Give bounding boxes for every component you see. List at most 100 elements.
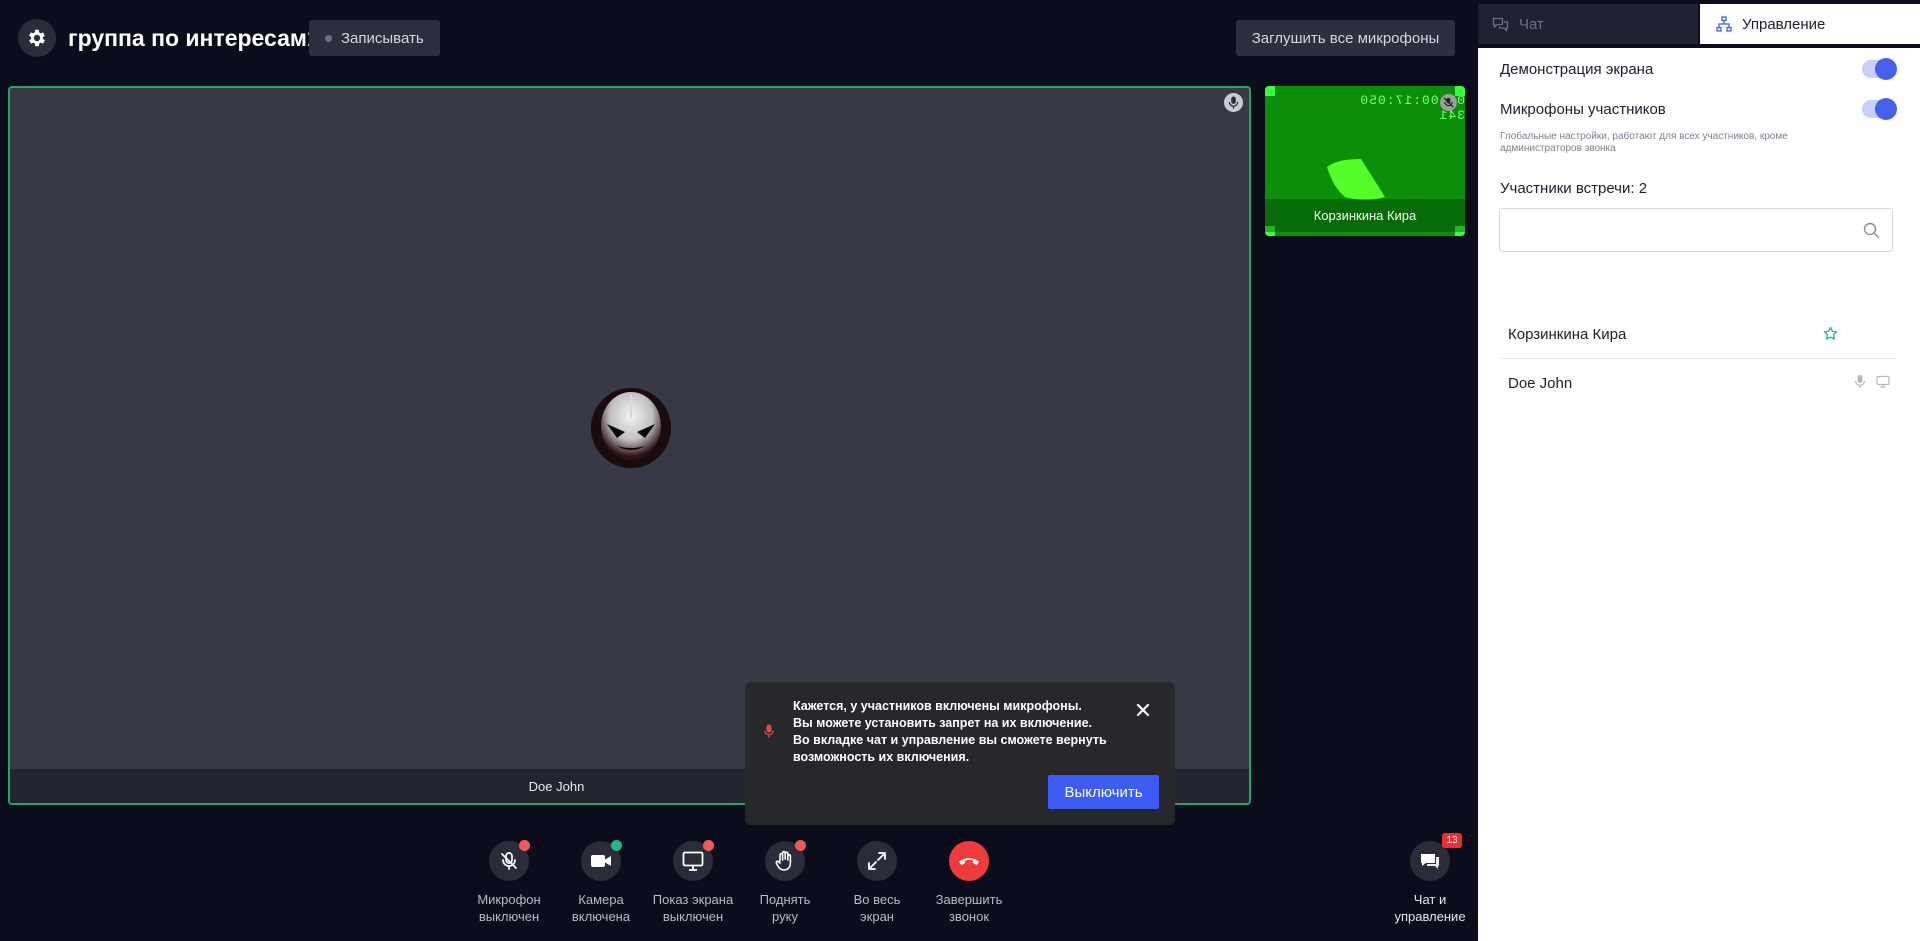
disable-mics-button[interactable]: Выключить bbox=[1048, 775, 1159, 809]
close-icon[interactable] bbox=[1134, 701, 1152, 719]
panel-tabs: Чат Управление bbox=[1478, 0, 1920, 48]
label-line: выключен bbox=[662, 909, 724, 924]
expand-icon bbox=[868, 852, 886, 870]
room-title: группа по интересам1 bbox=[68, 25, 320, 51]
label-line: звонок bbox=[948, 909, 990, 924]
record-button[interactable]: Записывать bbox=[309, 20, 440, 56]
control-label: Поднять руку bbox=[735, 891, 835, 925]
hang-up-icon bbox=[959, 858, 979, 865]
control-label: Во весь экран bbox=[827, 891, 927, 925]
chat-bubbles-icon bbox=[1492, 17, 1509, 32]
participant-video-tile[interactable]: 00:00:17:050 341 Корзинкина Кира bbox=[1265, 86, 1465, 236]
unread-count-badge: 13 bbox=[1442, 833, 1462, 848]
mute-all-button[interactable]: Заглушить все микрофоны bbox=[1236, 20, 1455, 56]
status-dot-off bbox=[519, 840, 530, 851]
participants-count-title: Участники встречи: 2 bbox=[1500, 180, 1648, 197]
monitor-icon bbox=[682, 851, 704, 871]
microphone-icon bbox=[764, 724, 774, 738]
participant-avatar bbox=[591, 388, 671, 468]
participant-mics-toggle[interactable] bbox=[1862, 98, 1897, 120]
tab-management[interactable]: Управление bbox=[1700, 4, 1920, 44]
camera-button-circle[interactable] bbox=[581, 840, 622, 881]
status-dot-on bbox=[611, 840, 622, 851]
side-panel: Чат Управление Демонстрация экрана Микро… bbox=[1478, 0, 1920, 941]
setting-label: Микрофоны участников bbox=[1500, 100, 1666, 118]
hand-icon bbox=[775, 850, 792, 871]
setting-label: Демонстрация экрана bbox=[1500, 60, 1654, 78]
raise-hand-button-circle[interactable] bbox=[765, 840, 806, 881]
gear-icon bbox=[29, 29, 45, 47]
toast-line: Вы можете установить запрет на их включе… bbox=[793, 716, 1093, 730]
microphone-off-icon bbox=[501, 852, 517, 870]
participant-name: Doe John bbox=[1508, 374, 1573, 392]
record-label: Записывать bbox=[341, 29, 424, 47]
tab-chat[interactable]: Чат bbox=[1478, 4, 1698, 44]
monitor-icon[interactable] bbox=[1876, 375, 1890, 388]
record-dot-icon bbox=[325, 35, 332, 42]
label-line: включена bbox=[571, 909, 631, 924]
call-header: группа по интересам1 Записывать Заглушит… bbox=[0, 0, 1478, 76]
participant-name: Корзинкина Кира bbox=[1508, 326, 1627, 343]
tile-corner bbox=[1265, 86, 1275, 96]
toast-line: Кажется, у участников включены микрофоны… bbox=[793, 699, 1082, 713]
microphone-icon[interactable] bbox=[1854, 374, 1866, 389]
control-label: Завершить звонок bbox=[919, 891, 1019, 925]
chat-icon bbox=[1421, 854, 1439, 869]
microphones-warning-toast: Кажется, у участников включены микрофоны… bbox=[745, 682, 1175, 825]
video-frame-shape bbox=[1327, 159, 1385, 200]
toast-line: возможность их включения. bbox=[793, 750, 970, 764]
participant-row[interactable]: Корзинкина Кира bbox=[1500, 311, 1896, 359]
label-line: Микрофон bbox=[477, 892, 541, 907]
participant-name: Корзинкина Кира bbox=[1265, 199, 1465, 232]
hierarchy-icon bbox=[1716, 16, 1732, 32]
toast-line: Во вкладке чат и управление вы сможете в… bbox=[793, 733, 1107, 747]
search-input[interactable] bbox=[1500, 209, 1892, 251]
raise-hand-button[interactable]: Поднять руку bbox=[735, 840, 835, 925]
label-line: Камера bbox=[578, 892, 624, 907]
participant-name: Doe John bbox=[528, 778, 585, 794]
toast-message: Кажется, у участников включены микрофоны… bbox=[793, 698, 1113, 766]
control-label: Показ экрана выключен bbox=[643, 891, 743, 925]
screen-share-button[interactable]: Показ экрана выключен bbox=[643, 840, 743, 925]
end-call-button-circle[interactable] bbox=[949, 841, 989, 881]
end-call-button[interactable]: Завершить звонок bbox=[919, 841, 1019, 925]
settings-button[interactable] bbox=[18, 19, 56, 57]
label-line: выключен bbox=[478, 909, 540, 924]
search-icon[interactable] bbox=[1863, 222, 1880, 239]
status-dot-off bbox=[795, 840, 806, 851]
star-icon[interactable] bbox=[1823, 326, 1838, 341]
screen-share-button-circle[interactable] bbox=[673, 840, 714, 881]
participant-row[interactable]: Doe John bbox=[1500, 359, 1896, 407]
management-panel: Демонстрация экрана Микрофоны участников… bbox=[1492, 48, 1906, 941]
microphone-status-icon bbox=[1224, 93, 1243, 112]
microphone-toggle-button[interactable]: Микрофон выключен bbox=[459, 840, 559, 925]
label-line: Во весь bbox=[853, 892, 901, 907]
camera-toggle-button[interactable]: Камера включена bbox=[551, 840, 651, 925]
microphone-muted-icon bbox=[1440, 94, 1457, 111]
video-call-app: группа по интересам1 Записывать Заглушит… bbox=[0, 0, 1920, 941]
participant-status-icons bbox=[1823, 326, 1838, 341]
participant-mics-setting: Микрофоны участников bbox=[1500, 98, 1897, 120]
chat-and-management-button[interactable]: 13 Чат и управление bbox=[1380, 833, 1480, 925]
tab-label: Управление bbox=[1742, 15, 1826, 33]
participant-status-icons bbox=[1854, 374, 1890, 389]
screen-demo-toggle[interactable] bbox=[1862, 58, 1897, 80]
chat-button-circle[interactable]: 13 bbox=[1410, 833, 1462, 881]
label-line: управление bbox=[1394, 909, 1466, 924]
label-line: Показ экрана bbox=[652, 892, 734, 907]
fullscreen-button-circle[interactable] bbox=[857, 841, 897, 881]
control-label: Чат и управление bbox=[1380, 891, 1480, 925]
label-line: Чат и bbox=[1413, 892, 1447, 907]
fullscreen-button[interactable]: Во весь экран bbox=[827, 841, 927, 925]
microphone-button-circle[interactable] bbox=[489, 840, 530, 881]
label-line: руку bbox=[772, 909, 798, 924]
tab-label: Чат bbox=[1519, 15, 1544, 33]
screen-demo-setting: Демонстрация экрана bbox=[1500, 58, 1897, 80]
video-camera-icon bbox=[591, 855, 611, 867]
participant-search[interactable] bbox=[1499, 208, 1893, 252]
label-line: Завершить bbox=[935, 892, 1003, 907]
control-label: Камера включена bbox=[551, 891, 651, 925]
settings-hint: Глобальные настройки, работают для всех … bbox=[1500, 131, 1788, 154]
label-line: Поднять bbox=[759, 892, 811, 907]
status-dot-off bbox=[703, 840, 714, 851]
